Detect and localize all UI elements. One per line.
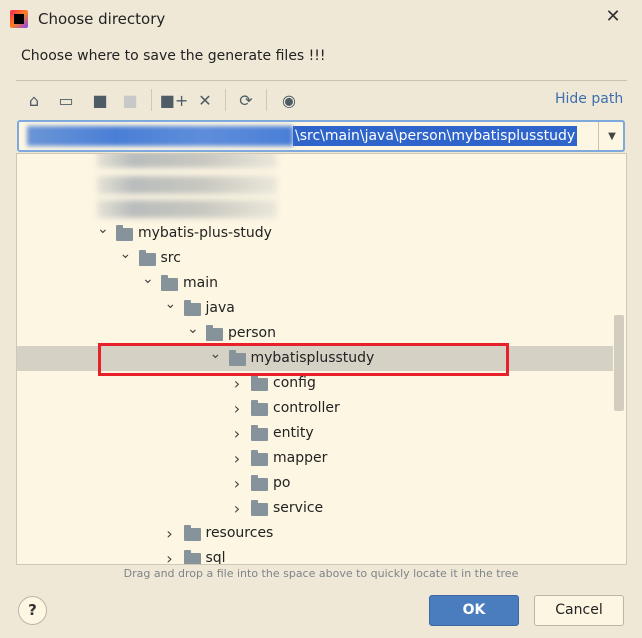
tree-row[interactable]: › resources (17, 521, 613, 546)
dialog-title: Choose directory (38, 10, 166, 28)
folder-icon (183, 550, 201, 564)
folder-icon (251, 425, 268, 441)
tree-row[interactable]: ⌄ main (17, 271, 613, 296)
chevron-right-icon[interactable]: › (232, 396, 242, 421)
tree-row-label: mapper (273, 450, 328, 466)
chevron-right-icon[interactable]: › (232, 421, 242, 446)
tree-row-label: mybatis-plus-study (138, 225, 272, 241)
ok-button[interactable]: OK (429, 595, 519, 626)
tree-row-label: controller (273, 400, 340, 416)
chevron-right-icon[interactable]: › (232, 471, 242, 496)
tree-row[interactable]: ⌄ mybatis-plus-study (17, 221, 613, 246)
highlight-box (98, 343, 509, 376)
drag-drop-hint: Drag and drop a file into the space abov… (123, 567, 519, 580)
divider (266, 89, 267, 111)
help-button[interactable]: ? (18, 596, 47, 625)
cancel-button[interactable]: Cancel (534, 595, 624, 626)
chevron-down-icon[interactable]: ⌄ (187, 317, 199, 342)
chevron-right-icon[interactable]: › (165, 546, 175, 564)
show-hidden-icon[interactable]: ◉ (277, 88, 301, 112)
refresh-icon[interactable]: ⟳ (234, 88, 258, 112)
folder-icon (251, 450, 268, 466)
dialog-description: Choose where to save the generate files … (21, 48, 326, 64)
tree-row-label: sql (205, 550, 226, 565)
divider (151, 89, 152, 111)
folder-icon (116, 225, 133, 241)
folder-icon (161, 275, 178, 291)
new-folder-icon[interactable]: ■+ (160, 88, 189, 112)
project-folder-icon[interactable]: ■ (88, 88, 112, 112)
chevron-right-icon[interactable]: › (165, 521, 175, 546)
redacted-row (97, 154, 277, 168)
divider (225, 89, 226, 111)
tree-row[interactable]: › sql (17, 546, 613, 565)
folder-icon (251, 400, 268, 416)
folder-icon (206, 325, 223, 341)
desktop-icon[interactable]: ▭ (54, 88, 78, 112)
intellij-logo-icon (10, 10, 28, 28)
tree-row-label: src (160, 250, 181, 266)
tree-row-label: main (183, 275, 218, 291)
hide-path-link[interactable]: Hide path (555, 91, 623, 107)
tree-row[interactable]: › service (17, 496, 613, 521)
tree-row-label: po (273, 475, 291, 491)
tree-row[interactable]: ⌄ java (17, 296, 613, 321)
chevron-down-icon[interactable]: ⌄ (97, 217, 109, 242)
path-input[interactable]: \src\main\java\person\mybatisplusstudy ▼ (17, 120, 625, 152)
folder-icon (183, 525, 201, 541)
redacted-row (97, 200, 277, 218)
tree-row[interactable]: › mapper (17, 446, 613, 471)
scrollbar[interactable] (614, 315, 624, 411)
folder-icon (251, 500, 268, 516)
path-text: \src\main\java\person\mybatisplusstudy (293, 126, 578, 146)
close-icon[interactable]: ✕ (602, 6, 624, 30)
home-icon[interactable]: ⌂ (22, 88, 46, 112)
tree-row[interactable]: › entity (17, 421, 613, 446)
chevron-down-icon[interactable]: ⌄ (165, 292, 177, 317)
chevron-right-icon[interactable]: › (232, 496, 242, 521)
chevron-right-icon[interactable]: › (232, 446, 242, 471)
tree-row-label: java (205, 300, 235, 316)
redacted-row (97, 176, 277, 194)
folder-icon (251, 475, 268, 491)
tree-row-label: service (273, 500, 324, 516)
module-folder-icon[interactable]: ■ (118, 88, 142, 112)
tree-row[interactable]: › controller (17, 396, 613, 421)
delete-icon[interactable]: ✕ (193, 88, 217, 112)
chevron-down-icon[interactable]: ⌄ (142, 267, 154, 292)
folder-icon (138, 250, 156, 266)
divider (16, 80, 627, 81)
tree-row[interactable]: › po (17, 471, 613, 496)
tree-row-label: entity (273, 425, 314, 441)
tree-row-label: resources (205, 525, 274, 541)
redacted-path (27, 126, 293, 146)
folder-icon (251, 375, 268, 391)
folder-icon (183, 300, 201, 316)
tree-row[interactable]: ⌄ src (17, 246, 613, 271)
title-bar: Choose directory ✕ (0, 0, 642, 40)
chevron-down-icon[interactable]: ▼ (598, 122, 623, 150)
chevron-down-icon[interactable]: ⌄ (120, 242, 132, 267)
